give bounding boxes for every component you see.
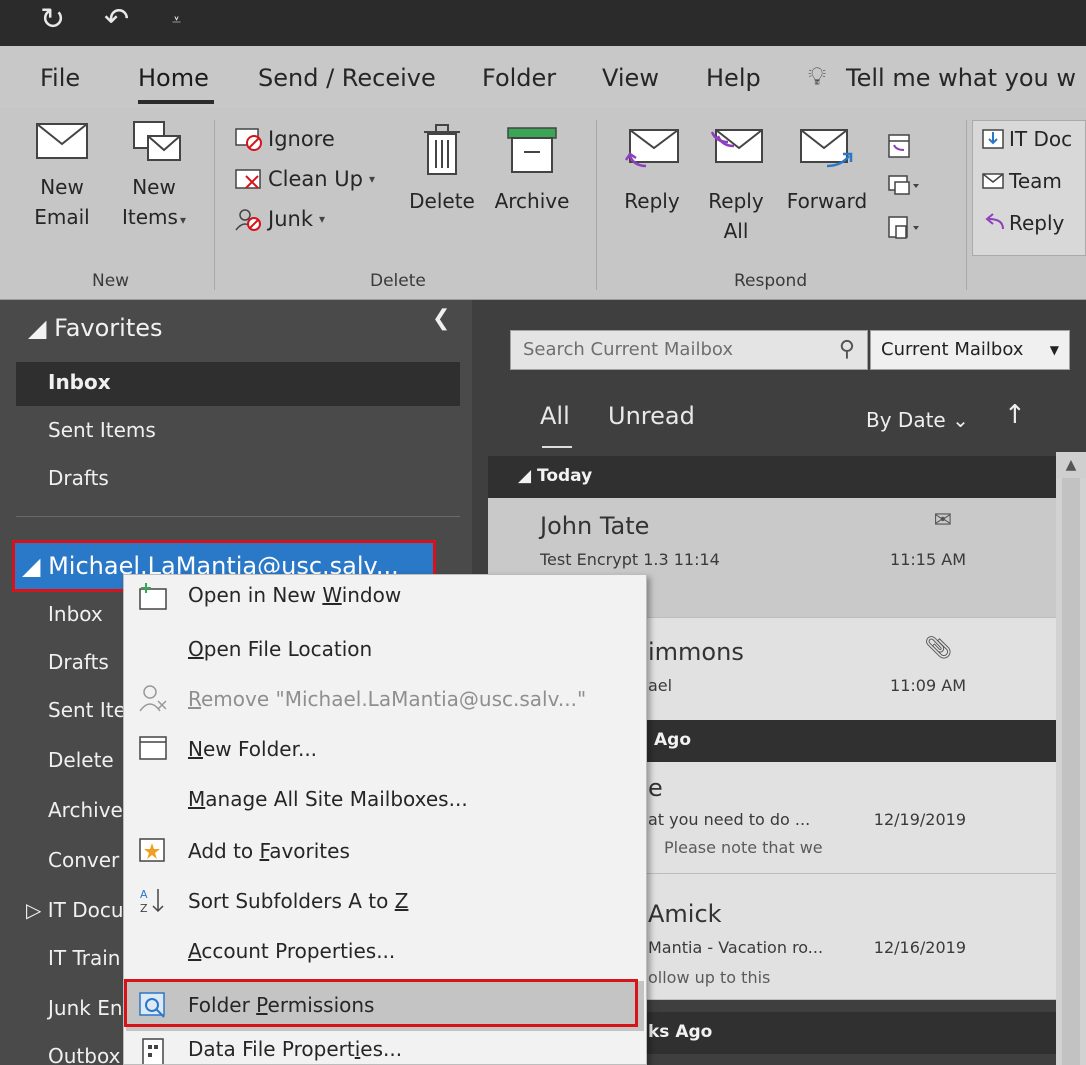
collapse-pane-icon[interactable]: ❮ <box>432 306 450 331</box>
quick-step-reply[interactable]: Reply <box>981 211 1064 235</box>
menu-item-new-folder[interactable]: New Folder... <box>126 725 644 775</box>
tab-send-receive[interactable]: Send / Receive <box>258 64 436 92</box>
menu-item-data-file-properties[interactable]: Data File Properties... <box>126 1029 644 1064</box>
tab-folder[interactable]: Folder <box>482 64 556 92</box>
search-icon[interactable]: ⚲ <box>839 331 855 369</box>
menu-item-account-properties[interactable]: Account Properties... <box>126 927 644 977</box>
tab-view[interactable]: View <box>602 64 659 92</box>
favorites-header[interactable]: ◢ Favorites <box>28 314 163 342</box>
team-email-icon <box>982 173 1004 189</box>
fav-folder-sent-items[interactable]: Sent Items <box>48 418 156 442</box>
tab-file[interactable]: File <box>40 64 80 92</box>
junk-icon <box>235 209 261 231</box>
group-label-delete: Delete <box>370 271 426 291</box>
folder-it-training[interactable]: IT Train <box>48 946 120 970</box>
scrollbar-thumb[interactable] <box>1062 478 1080 1065</box>
reply-icon <box>624 129 679 168</box>
folder-sent-items[interactable]: Sent Ite <box>48 698 126 722</box>
tab-home[interactable]: Home <box>138 64 209 92</box>
svg-text:A: A <box>140 888 148 901</box>
menu-item-sort-subfolders[interactable]: AZ Sort Subfolders A to Z <box>126 877 644 927</box>
folder-inbox[interactable]: Inbox <box>48 602 103 626</box>
star-folder-icon <box>139 838 165 862</box>
folder-deleted-items[interactable]: Delete <box>48 748 114 772</box>
context-menu: Open in New Window Open File Location Re… <box>123 574 647 1065</box>
ribbon: New Email New Items ▾ New Ignore Clean Up… <box>0 108 1086 300</box>
menu-item-remove-mailbox: Remove "Michael.LaMantia@usc.salv..." <box>126 675 644 725</box>
paperclip-icon: 📎︎ <box>924 636 952 661</box>
lightbulb-icon: 💡︎ <box>808 62 827 92</box>
meeting-reply-icon[interactable] <box>886 130 914 164</box>
group-label-new: New <box>92 271 130 291</box>
junk-button[interactable]: Junk ▾ <box>234 206 325 232</box>
undo-icon[interactable]: ↶ <box>104 0 129 40</box>
ribbon-tabs: File Home Send / Receive Folder View Hel… <box>0 46 1086 108</box>
tell-me-search[interactable]: Tell me what you w <box>846 64 1076 92</box>
archive-icon <box>507 127 557 173</box>
reply-button[interactable]: Reply <box>614 122 690 216</box>
annotation-highlight-box <box>124 979 638 1027</box>
clean-up-icon <box>235 169 261 189</box>
reply-delete-icon <box>985 213 1004 230</box>
delete-button[interactable]: Delete <box>400 122 484 216</box>
filter-unread[interactable]: Unread <box>608 402 695 430</box>
envelope-icon <box>36 123 88 159</box>
message-list-scrollbar[interactable]: ▲ <box>1056 452 1086 1065</box>
quick-steps-gallery: IT Doc Team Reply <box>972 120 1086 256</box>
clean-up-button[interactable]: Clean Up ▾ <box>234 166 375 192</box>
sort-direction-icon[interactable]: ↑ <box>1004 400 1026 430</box>
menu-item-open-file-location[interactable]: Open File Location <box>126 625 644 675</box>
fav-folder-drafts[interactable]: Drafts <box>48 466 109 490</box>
ignore-button[interactable]: Ignore <box>234 126 335 152</box>
encrypted-mail-icon: ✉ <box>933 508 952 533</box>
ignore-icon <box>235 128 262 151</box>
svg-text:Z: Z <box>140 902 148 915</box>
chevron-down-icon: ▼ <box>1049 343 1059 357</box>
folder-outbox[interactable]: Outbox <box>48 1044 120 1065</box>
move-to-folder-icon <box>982 129 1004 149</box>
trash-icon <box>424 124 460 175</box>
group-label-respond: Respond <box>734 271 808 291</box>
menu-item-open-in-new-window[interactable]: Open in New Window <box>126 577 644 627</box>
sort-by-date[interactable]: By Date ⌄ <box>866 408 969 432</box>
more-respond-icon[interactable] <box>886 212 920 246</box>
folder-drafts[interactable]: Drafts <box>48 650 109 674</box>
group-header-today[interactable]: ◢ Today <box>488 456 1056 498</box>
folder-it-documents[interactable]: ▷ IT Docu <box>26 898 124 922</box>
search-input[interactable]: Search Current Mailbox ⚲ <box>510 330 868 370</box>
customize-toolbar-icon[interactable]: ⩡ <box>172 0 181 40</box>
send-receive-all-icon[interactable]: ↻ <box>40 0 65 40</box>
title-bar: ↻ ↶ ⩡ <box>0 0 1086 46</box>
reply-all-button[interactable]: Reply All <box>698 122 774 246</box>
scroll-up-icon[interactable]: ▲ <box>1056 452 1086 478</box>
sort-az-icon: AZ <box>140 888 164 915</box>
new-email-button[interactable]: New Email <box>30 118 94 232</box>
folder-junk-email[interactable]: Junk En <box>48 996 123 1020</box>
fav-folder-inbox[interactable]: Inbox <box>48 370 111 394</box>
active-tab-indicator <box>138 100 214 104</box>
menu-item-add-to-favorites[interactable]: Add to Favorites <box>126 827 644 877</box>
filter-all[interactable]: All <box>540 402 570 430</box>
quick-step-it-doc[interactable]: IT Doc <box>981 127 1072 151</box>
forward-icon <box>800 129 853 168</box>
remove-person-icon <box>139 685 167 712</box>
tab-help[interactable]: Help <box>706 64 761 92</box>
menu-item-manage-site-mailboxes[interactable]: Manage All Site Mailboxes... <box>126 775 644 825</box>
quick-step-team[interactable]: Team <box>981 169 1062 193</box>
new-items-button[interactable]: New Items ▾ <box>116 118 192 235</box>
new-items-icon <box>133 121 181 161</box>
new-window-icon <box>139 583 167 610</box>
im-reply-icon[interactable] <box>886 170 920 204</box>
folder-icon <box>139 736 167 760</box>
search-scope-dropdown[interactable]: Current Mailbox ▼ <box>870 330 1070 370</box>
forward-button[interactable]: Forward <box>782 122 872 216</box>
data-file-icon <box>142 1038 164 1064</box>
folder-archive[interactable]: Archive <box>48 798 123 822</box>
folder-conversation-history[interactable]: Conver <box>48 848 119 872</box>
archive-button[interactable]: Archive <box>490 122 574 216</box>
reply-all-icon <box>710 129 763 163</box>
